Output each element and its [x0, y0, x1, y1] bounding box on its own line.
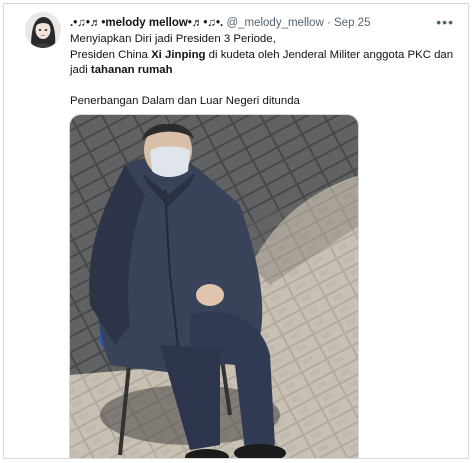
tweet-date[interactable]: Sep 25: [334, 17, 370, 29]
tweet-photo[interactable]: [69, 114, 359, 458]
more-options-icon[interactable]: •••: [436, 14, 454, 30]
tweet-line-2: Presiden China Xi Jinping di kudeta oleh…: [70, 48, 460, 64]
tweet-line-2-bold-name: Xi Jinping: [151, 48, 206, 61]
tweet-line-1: Menyiapkan Diri jadi Presiden 3 Periode,: [70, 32, 460, 48]
tweet-line-2-text-c: di kudeta oleh Jenderal Militer anggota …: [205, 48, 454, 61]
tweet-line-3: jadi tahanan rumah: [70, 63, 460, 79]
tweet-line-4: Penerbangan Dalam dan Luar Negeri ditund…: [70, 94, 460, 110]
display-name[interactable]: .•♫•♬•melody mellow•♬•♫•.: [70, 17, 223, 29]
tweet-line-2-text-a: Presiden China: [70, 48, 152, 61]
photo-illustration: [70, 115, 358, 458]
tweet-line-4-text: Penerbangan Dalam dan Luar Negeri ditund…: [70, 95, 300, 108]
tweet-paragraph-gap: [70, 79, 460, 95]
tweet-line-3-bold: tahanan rumah: [90, 64, 173, 77]
tweet-header: .•♫•♬•melody mellow•♬•♫•. @_melody_mello…: [70, 14, 458, 32]
header-separator: ·: [326, 17, 331, 29]
tweet-text: Menyiapkan Diri jadi Presiden 3 Periode,…: [70, 32, 460, 110]
tweet-card: .•♫•♬•melody mellow•♬•♫•. @_melody_mello…: [3, 3, 469, 459]
avatar-illustration-icon: [25, 12, 61, 48]
avatar[interactable]: [25, 12, 61, 48]
user-handle[interactable]: @_melody_mellow: [226, 17, 323, 29]
tweet-line-1-text: Menyiapkan Diri jadi Presiden 3 Periode,: [70, 33, 276, 45]
tweet-line-3-text-a: jadi: [70, 64, 91, 77]
